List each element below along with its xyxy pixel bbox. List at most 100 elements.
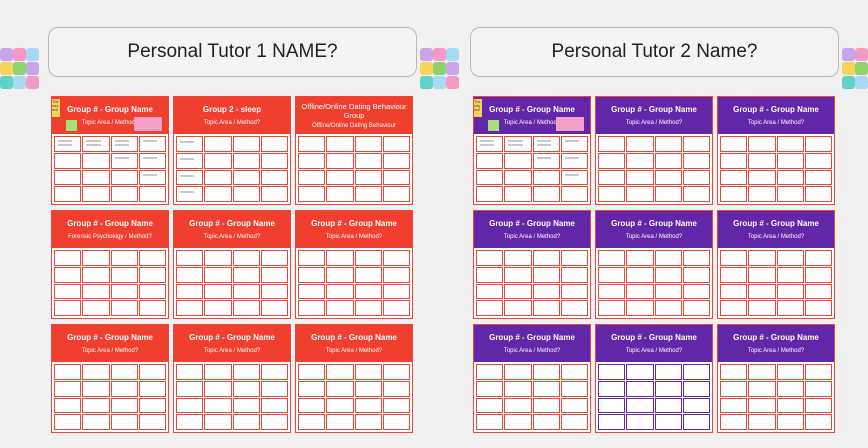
table-cell[interactable] (720, 152, 748, 169)
table-cell[interactable] (504, 397, 532, 414)
sticky-note[interactable] (0, 76, 13, 89)
table-cell[interactable] (720, 380, 748, 397)
table-cell[interactable] (504, 380, 532, 397)
table-cell[interactable] (260, 136, 288, 152)
group-title[interactable]: Group # - Group Name (189, 333, 275, 343)
table-cell[interactable] (748, 169, 776, 186)
table-cell[interactable] (204, 397, 232, 414)
table-cell[interactable] (232, 364, 260, 380)
table-cell[interactable] (298, 300, 326, 316)
table-cell[interactable] (626, 283, 654, 300)
table-cell[interactable] (476, 266, 504, 283)
group-title[interactable]: Group # - Group Name (67, 333, 153, 343)
group-title[interactable]: Group # - Group Name (311, 333, 397, 343)
table-cell[interactable] (598, 266, 626, 283)
table-cell[interactable] (682, 186, 710, 202)
table-cell[interactable] (626, 300, 654, 316)
table-cell[interactable] (138, 152, 166, 169)
table-cell[interactable] (82, 186, 110, 202)
table-cell[interactable] (260, 152, 288, 169)
table-cell[interactable] (598, 186, 626, 202)
sticky-note[interactable] (0, 62, 13, 75)
sticky-note[interactable] (855, 62, 868, 75)
tutor-1-name[interactable]: Personal Tutor 1 NAME? (127, 41, 337, 63)
table-cell[interactable] (82, 364, 110, 380)
table-cell[interactable] (176, 283, 204, 300)
table-cell[interactable] (532, 300, 560, 316)
group-title[interactable]: Group # - Group Name (733, 333, 819, 343)
table-cell[interactable] (720, 136, 748, 152)
table-cell[interactable] (626, 186, 654, 202)
table-cell[interactable] (776, 152, 804, 169)
group-card[interactable]: Group # - Group Name Topic Area / Method? (595, 324, 713, 433)
table-cell[interactable] (326, 250, 354, 266)
table-cell[interactable] (82, 380, 110, 397)
table-cell[interactable] (110, 380, 138, 397)
table-cell[interactable] (82, 169, 110, 186)
table-cell[interactable] (382, 380, 410, 397)
table-cell[interactable] (776, 380, 804, 397)
sticky-note[interactable] (556, 117, 584, 131)
table-cell[interactable] (626, 414, 654, 430)
table-cell[interactable] (354, 414, 382, 430)
table-cell[interactable] (504, 250, 532, 266)
table-cell[interactable] (204, 152, 232, 169)
table-cell[interactable] (532, 380, 560, 397)
table-cell[interactable] (598, 397, 626, 414)
table-cell[interactable] (176, 136, 204, 152)
table-cell[interactable] (260, 169, 288, 186)
table-cell[interactable] (82, 283, 110, 300)
table-cell[interactable] (232, 169, 260, 186)
table-cell[interactable] (720, 266, 748, 283)
table-cell[interactable] (654, 397, 682, 414)
table-cell[interactable] (776, 300, 804, 316)
table-cell[interactable] (476, 364, 504, 380)
sticky-note[interactable] (855, 48, 868, 61)
table-cell[interactable] (748, 250, 776, 266)
table-cell[interactable] (298, 397, 326, 414)
table-cell[interactable] (382, 397, 410, 414)
table-cell[interactable] (776, 283, 804, 300)
table-cell[interactable] (54, 266, 82, 283)
table-cell[interactable] (232, 266, 260, 283)
group-title[interactable]: Group # - Group Name (67, 105, 153, 115)
table-cell[interactable] (138, 364, 166, 380)
table-cell[interactable] (748, 300, 776, 316)
table-cell[interactable] (82, 136, 110, 152)
group-title[interactable]: Group # - Group Name (189, 219, 275, 229)
table-cell[interactable] (682, 250, 710, 266)
table-cell[interactable] (654, 250, 682, 266)
table-cell[interactable] (82, 250, 110, 266)
table-cell[interactable] (382, 186, 410, 202)
example-sticky-note[interactable]: e.g. The Memory Makers! (474, 99, 482, 117)
table-cell[interactable] (54, 283, 82, 300)
table-cell[interactable] (138, 414, 166, 430)
table-cell[interactable] (298, 266, 326, 283)
group-title[interactable]: Group # - Group Name (489, 219, 575, 229)
table-cell[interactable] (260, 300, 288, 316)
table-cell[interactable] (682, 283, 710, 300)
table-cell[interactable] (748, 283, 776, 300)
sticky-note[interactable] (134, 117, 162, 131)
table-cell[interactable] (776, 186, 804, 202)
table-cell[interactable] (748, 266, 776, 283)
table-cell[interactable] (560, 380, 588, 397)
group-topic[interactable]: Topic Area / Method? (626, 348, 682, 355)
table-cell[interactable] (138, 397, 166, 414)
table-cell[interactable] (598, 169, 626, 186)
table-cell[interactable] (232, 250, 260, 266)
table-cell[interactable] (354, 152, 382, 169)
group-topic[interactable]: Topic Area / Method? (748, 120, 804, 127)
sticky-note[interactable] (420, 62, 433, 75)
table-cell[interactable] (54, 186, 82, 202)
table-cell[interactable] (232, 186, 260, 202)
table-cell[interactable] (354, 300, 382, 316)
group-title[interactable]: Group # - Group Name (489, 105, 575, 115)
table-cell[interactable] (54, 169, 82, 186)
table-cell[interactable] (560, 136, 588, 152)
group-title[interactable]: Group # - Group Name (67, 219, 153, 229)
table-cell[interactable] (326, 136, 354, 152)
sticky-note[interactable] (0, 48, 13, 61)
group-topic[interactable]: Topic Area / Method? (326, 348, 382, 355)
table-cell[interactable] (110, 283, 138, 300)
